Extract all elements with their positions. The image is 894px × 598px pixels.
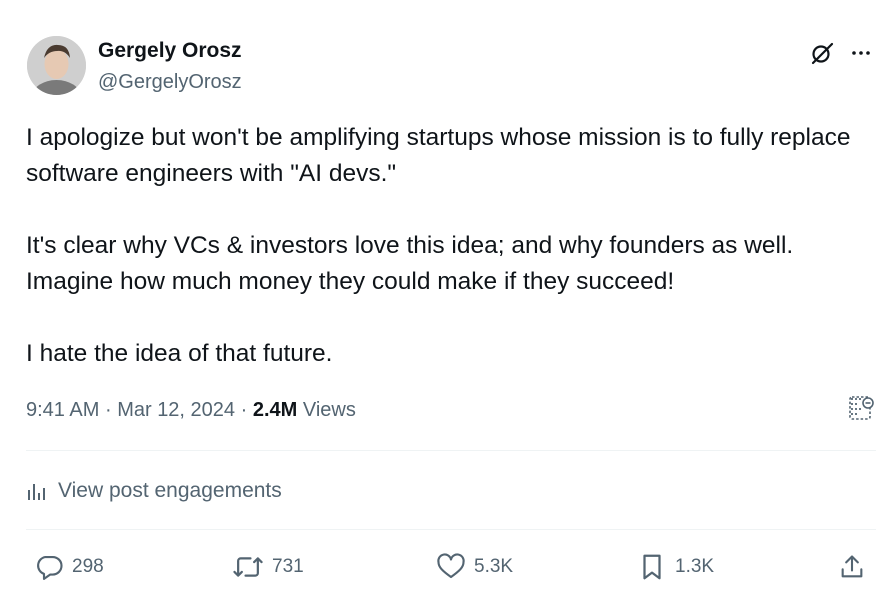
views-count: 2.4M: [252, 399, 298, 421]
grok-icon[interactable]: [809, 40, 835, 66]
reply-count: 298: [72, 556, 104, 577]
repost-count: 731: [272, 556, 304, 577]
meta-separator: ·: [240, 399, 248, 421]
divider: [26, 529, 876, 530]
more-icon[interactable]: [848, 40, 874, 66]
post-summary-icon[interactable]: [848, 395, 876, 423]
tweet-meta: 9:41 AM · Mar 12, 2024 · 2.4M Views: [26, 397, 356, 423]
reply-icon: [37, 555, 63, 580]
author-handle[interactable]: @GergelyOrosz: [98, 70, 242, 94]
share-button[interactable]: [838, 552, 866, 582]
like-count: 5.3K: [474, 556, 514, 577]
person-avatar-icon: [27, 36, 86, 95]
divider: [26, 450, 876, 451]
view-engagements-label: View post engagements: [58, 479, 282, 502]
like-button[interactable]: 5.3K: [436, 552, 513, 582]
reply-button[interactable]: 298: [34, 552, 104, 582]
analytics-icon: [28, 484, 45, 500]
heart-icon: [437, 553, 465, 579]
share-icon: [841, 555, 863, 578]
bookmark-button[interactable]: 1.3K: [637, 552, 714, 582]
meta-separator: ·: [104, 399, 112, 421]
bookmark-count: 1.3K: [675, 556, 715, 577]
tweet-date[interactable]: Mar 12, 2024: [117, 399, 235, 421]
author-avatar[interactable]: [27, 36, 86, 95]
tweet-time[interactable]: 9:41 AM: [26, 399, 99, 421]
repost-button[interactable]: 731: [232, 552, 304, 582]
bookmark-icon: [643, 554, 661, 580]
tweet-text: I apologize but won't be amplifying star…: [26, 120, 866, 372]
author-name[interactable]: Gergely Orosz: [98, 38, 242, 64]
tweet-paragraph: I hate the idea of that future.: [26, 340, 333, 367]
repost-icon: [233, 557, 263, 577]
views-label: Views: [302, 399, 356, 421]
tweet-paragraph: It's clear why VCs & investors love this…: [26, 232, 794, 295]
tweet-paragraph: I apologize but won't be amplifying star…: [26, 124, 851, 187]
view-engagements-link[interactable]: View post engagements: [26, 478, 282, 504]
